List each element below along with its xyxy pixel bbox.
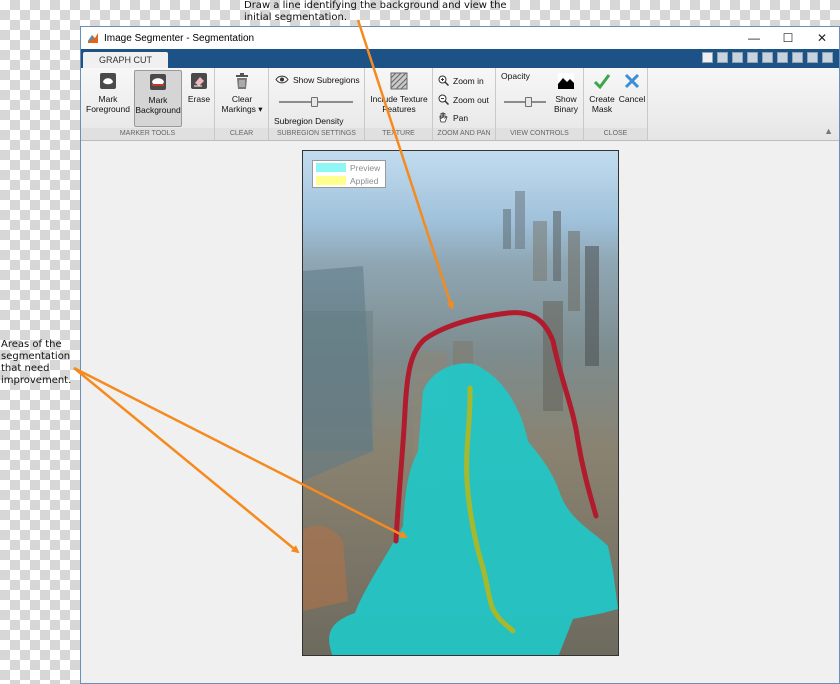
show-binary-button[interactable]: Show Binary bbox=[550, 70, 582, 114]
tab-strip: GRAPH CUT bbox=[81, 49, 839, 68]
pointer-tool-icon[interactable] bbox=[702, 52, 713, 63]
title-bar: Image Segmenter - Segmentation — ☐ ✕ bbox=[81, 27, 839, 49]
hand-pan-icon bbox=[439, 112, 448, 123]
erase-label: Erase bbox=[187, 94, 211, 104]
legend-preview: Preview bbox=[313, 161, 385, 174]
legend: Preview Applied bbox=[312, 160, 386, 188]
close-label: CLOSE bbox=[584, 128, 647, 140]
zoom-in-icon bbox=[438, 75, 449, 86]
callout-background-instruction: Draw a line identifying the background a… bbox=[244, 0, 507, 23]
zoom-out-label: Zoom out bbox=[453, 94, 489, 105]
applied-swatch bbox=[316, 176, 346, 185]
density-slider-knob[interactable] bbox=[310, 97, 318, 107]
mark-background-button[interactable]: Mark Background bbox=[134, 70, 182, 127]
pan-button[interactable]: Pan bbox=[438, 112, 468, 123]
subregion-settings-label: SUBREGION SETTINGS bbox=[269, 128, 364, 140]
checkmark-icon bbox=[593, 74, 611, 90]
image-segmenter-window: Image Segmenter - Segmentation — ☐ ✕ GRA… bbox=[80, 26, 840, 684]
show-subregions-label: Show Subregions bbox=[293, 74, 360, 85]
zoom-in-button[interactable]: Zoom in bbox=[438, 75, 484, 86]
show-binary-label: Show Binary bbox=[553, 94, 579, 114]
image-display[interactable]: Preview Applied bbox=[302, 150, 619, 656]
maximize-button[interactable]: ☐ bbox=[771, 27, 805, 49]
clear-markings-label: Clear Markings ▾ bbox=[221, 94, 263, 114]
window-title: Image Segmenter - Segmentation bbox=[104, 32, 255, 44]
view-controls-section: Opacity Show Binary VIEW CONTROLS bbox=[496, 68, 584, 140]
redo-icon[interactable] bbox=[792, 52, 803, 63]
mark-foreground-button[interactable]: Mark Foreground bbox=[85, 70, 131, 114]
texture-icon bbox=[390, 72, 408, 90]
subregion-density-label: Subregion Density bbox=[274, 116, 344, 126]
save-icon[interactable] bbox=[717, 52, 728, 63]
zoom-pan-label: ZOOM AND PAN bbox=[433, 128, 495, 140]
marker-tools-section: Mark Foreground Mark Background Erase MA… bbox=[81, 68, 215, 140]
opacity-slider[interactable] bbox=[504, 97, 546, 107]
mark-background-label: Mark Background bbox=[135, 95, 181, 115]
opacity-label: Opacity bbox=[501, 71, 530, 81]
include-texture-label: Include Texture Features bbox=[370, 94, 428, 114]
show-subregions-toggle[interactable]: Show Subregions bbox=[275, 74, 360, 85]
copy-icon[interactable] bbox=[747, 52, 758, 63]
subregion-density-slider[interactable] bbox=[279, 97, 353, 107]
pan-label: Pan bbox=[453, 112, 469, 123]
create-mask-button[interactable]: Create Mask bbox=[587, 70, 617, 114]
clear-label: CLEAR bbox=[215, 128, 268, 140]
include-texture-button[interactable]: Include Texture Features bbox=[367, 70, 431, 114]
undo-icon[interactable] bbox=[777, 52, 788, 63]
legend-preview-label: Preview bbox=[350, 162, 381, 173]
legend-applied-label: Applied bbox=[350, 175, 379, 186]
close-window-button[interactable]: ✕ bbox=[805, 27, 839, 49]
subregion-settings-section: Show Subregions Subregion Density SUBREG… bbox=[269, 68, 365, 140]
collapse-ribbon-icon[interactable]: ▲ bbox=[824, 126, 833, 136]
view-controls-label: VIEW CONTROLS bbox=[496, 128, 583, 140]
mark-foreground-label: Mark Foreground bbox=[86, 94, 130, 114]
cancel-x-icon bbox=[624, 73, 640, 89]
texture-label: TEXTURE bbox=[365, 128, 432, 140]
canvas-area: Preview Applied bbox=[81, 141, 839, 683]
clear-section: Clear Markings ▾ CLEAR bbox=[215, 68, 269, 140]
layout-icon[interactable] bbox=[807, 52, 818, 63]
segmentation-overlay bbox=[303, 191, 618, 655]
zoom-out-icon bbox=[438, 94, 449, 105]
clear-markings-button[interactable]: Clear Markings ▾ bbox=[217, 70, 267, 114]
marker-tools-label: MARKER TOOLS bbox=[81, 128, 214, 140]
erase-button[interactable]: Erase bbox=[184, 70, 214, 104]
help-icon[interactable] bbox=[822, 52, 833, 63]
matlab-logo-icon bbox=[88, 33, 98, 43]
texture-section: Include Texture Features TEXTURE bbox=[365, 68, 433, 140]
quick-access-toolbar bbox=[702, 52, 833, 63]
cancel-button[interactable]: Cancel bbox=[617, 70, 647, 104]
zoom-out-button[interactable]: Zoom out bbox=[438, 94, 489, 105]
legend-applied: Applied bbox=[313, 174, 385, 187]
cancel-label: Cancel bbox=[618, 94, 646, 104]
opacity-slider-knob[interactable] bbox=[525, 97, 533, 107]
preview-swatch bbox=[316, 163, 346, 172]
paste-icon[interactable] bbox=[762, 52, 773, 63]
tab-graph-cut[interactable]: GRAPH CUT bbox=[83, 52, 169, 68]
minimize-button[interactable]: — bbox=[737, 27, 771, 49]
close-section: Create Mask Cancel CLOSE bbox=[584, 68, 648, 140]
mark-foreground-icon bbox=[100, 73, 116, 89]
zoom-pan-section: Zoom in Zoom out Pan ZOOM AND PAN bbox=[433, 68, 496, 140]
create-mask-label: Create Mask bbox=[589, 94, 615, 114]
cut-icon[interactable] bbox=[732, 52, 743, 63]
mark-background-icon bbox=[150, 74, 166, 90]
ribbon-toolbar: Mark Foreground Mark Background Erase MA… bbox=[81, 68, 839, 141]
eye-icon bbox=[275, 75, 289, 84]
eraser-icon bbox=[191, 73, 207, 89]
binary-mask-icon bbox=[558, 73, 574, 89]
trash-icon bbox=[236, 73, 248, 89]
callout-improvement-areas: Areas of the segmentation that need impr… bbox=[1, 339, 72, 386]
zoom-in-label: Zoom in bbox=[453, 75, 484, 86]
